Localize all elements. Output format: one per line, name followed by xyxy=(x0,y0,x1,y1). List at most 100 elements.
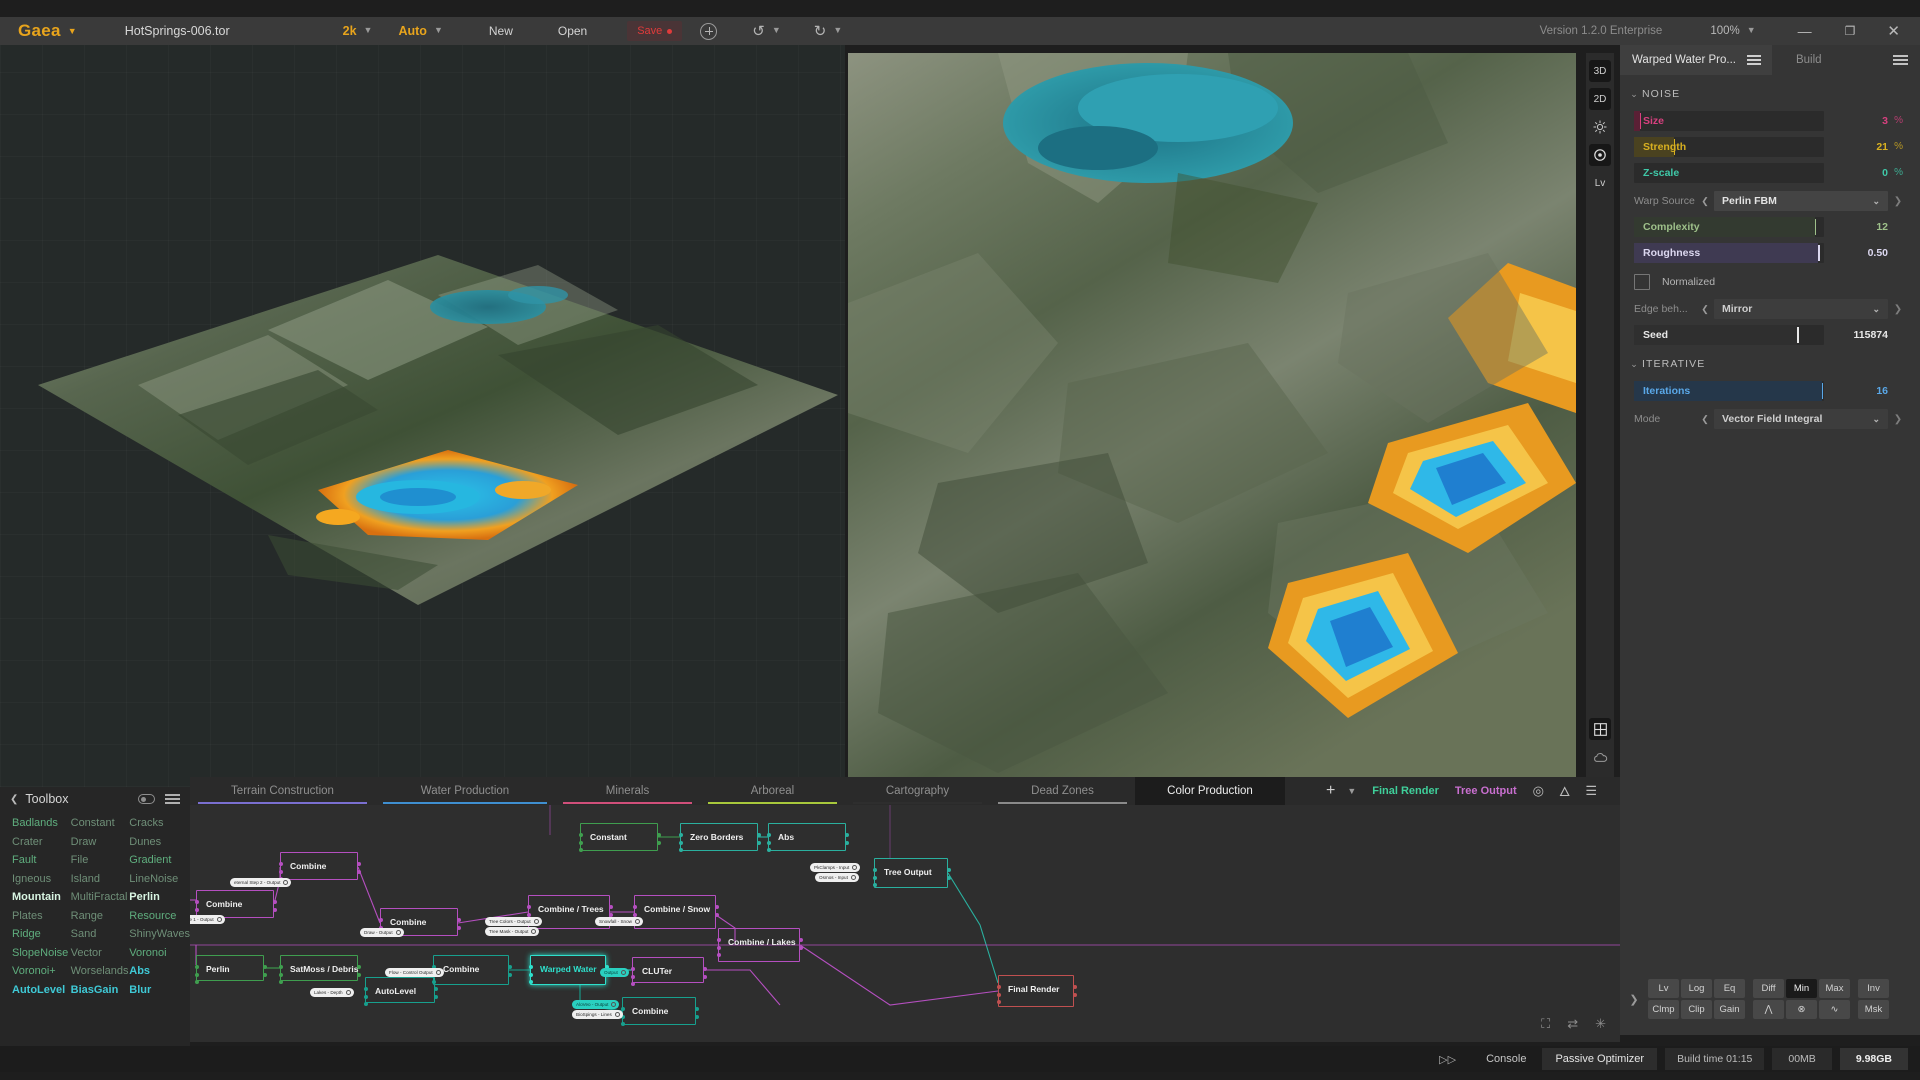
fit-icon[interactable]: ⛶ xyxy=(1541,1016,1550,1032)
graph-node-port[interactable] xyxy=(717,953,721,957)
graph-node-port[interactable] xyxy=(695,1015,699,1019)
property-slider[interactable]: Iterations xyxy=(1634,381,1824,401)
modifier-button--[interactable]: ⋀ xyxy=(1753,1000,1784,1019)
graph-node-port[interactable] xyxy=(767,841,771,845)
property-value[interactable]: 16 xyxy=(1876,385,1888,397)
modifier-button-clmp[interactable]: Clmp xyxy=(1648,1000,1679,1019)
toolbox-item-gradient[interactable]: Gradient xyxy=(129,854,190,867)
toolbox-item-fault[interactable]: Fault xyxy=(12,854,71,867)
redo-caret-icon[interactable]: ▼ xyxy=(833,25,842,35)
property-value[interactable]: 0.50 xyxy=(1868,247,1888,259)
graph-node-port[interactable] xyxy=(434,995,438,999)
property-slider[interactable]: Z-scale xyxy=(1634,163,1824,183)
graph-node-port[interactable] xyxy=(457,926,461,930)
quality-selector[interactable]: Auto xyxy=(398,24,426,38)
graph-port-pill[interactable]: Osmos - Input xyxy=(815,873,859,882)
graph-node-port[interactable] xyxy=(947,868,951,872)
build-tab[interactable]: Build xyxy=(1796,54,1822,66)
graph-node-port[interactable] xyxy=(529,965,533,969)
graph-port-pill[interactable]: Draw - Output xyxy=(360,928,404,937)
tab-overflow-caret-icon[interactable]: ▼ xyxy=(1347,786,1356,796)
graph-node[interactable]: CLUTer xyxy=(631,957,707,986)
property-slider[interactable]: Strength xyxy=(1634,137,1824,157)
property-slider-handle[interactable] xyxy=(1639,113,1642,129)
graph-port-pill[interactable]: Snowfall - Snow xyxy=(595,917,643,926)
node-properties-tab[interactable]: Warped Water Pro... xyxy=(1620,45,1772,75)
graph-node-port[interactable] xyxy=(757,833,761,837)
toolbox-item-voronoi-[interactable]: Voronoi+ xyxy=(12,965,71,978)
graph-node-port[interactable] xyxy=(703,967,707,971)
toolbox-item-blur[interactable]: Blur xyxy=(129,984,190,997)
toolbox-item-linenoise[interactable]: LineNoise xyxy=(129,873,190,886)
refresh-icon[interactable]: ⇄ xyxy=(1567,1016,1578,1032)
toolbox-item-cracks[interactable]: Cracks xyxy=(129,817,190,830)
dropdown-next-icon[interactable]: ❯ xyxy=(1888,414,1908,425)
toolbox-item-igneous[interactable]: Igneous xyxy=(12,873,71,886)
property-slider[interactable]: Complexity xyxy=(1634,217,1824,237)
property-value[interactable]: 12 xyxy=(1876,221,1888,233)
modifier-button-max[interactable]: Max xyxy=(1819,979,1850,998)
chevron-down-icon[interactable]: ⌄ xyxy=(1626,359,1642,370)
toolbox-item-constant[interactable]: Constant xyxy=(71,817,130,830)
modifier-button-log[interactable]: Log xyxy=(1681,979,1712,998)
property-slider-handle[interactable] xyxy=(1814,219,1816,235)
graph-port-pill[interactable]: Flow - Control Output xyxy=(385,968,444,977)
sun-icon[interactable] xyxy=(1589,116,1611,138)
graph-node[interactable]: SatMoss / Debris xyxy=(279,955,361,984)
graph-node[interactable]: Combine / Snow xyxy=(633,895,719,929)
view-2d-button[interactable]: 2D xyxy=(1589,88,1611,110)
graph-node-port[interactable] xyxy=(1073,993,1077,997)
graph-node-port[interactable] xyxy=(279,870,283,874)
toolbox-item-autolevel[interactable]: AutoLevel xyxy=(12,984,71,997)
graph-node-port[interactable] xyxy=(631,975,635,979)
graph-port-pill[interactable]: eternal one 1 - Output xyxy=(190,915,225,924)
graph-node-port[interactable] xyxy=(357,973,361,977)
toolbox-menu-icon[interactable] xyxy=(165,792,180,807)
graph-menu-icon[interactable]: ☰ xyxy=(1585,783,1597,799)
toolbox-item-perlin[interactable]: Perlin xyxy=(129,891,190,904)
graph-node-port[interactable] xyxy=(1073,985,1077,989)
close-button[interactable]: ✕ xyxy=(1887,22,1900,40)
toolbox-item-voronoi[interactable]: Voronoi xyxy=(129,947,190,960)
app-menu-caret-icon[interactable]: ▼ xyxy=(68,26,77,36)
graph-tab-arboreal[interactable]: Arboreal xyxy=(700,777,845,805)
graph-tab-dead-zones[interactable]: Dead Zones xyxy=(990,777,1135,805)
graph-node-port[interactable] xyxy=(997,993,1001,997)
graph-port-pill[interactable]: BioSpings - Lines xyxy=(572,1010,623,1019)
graph-node-port[interactable] xyxy=(195,900,199,904)
toolbox-item-vector[interactable]: Vector xyxy=(71,947,130,960)
graph-node-port[interactable] xyxy=(195,965,199,969)
graph-node-port[interactable] xyxy=(279,862,283,866)
toolbox-item-range[interactable]: Range xyxy=(71,910,130,923)
node-menu-icon[interactable] xyxy=(1746,53,1761,67)
toolbox-item-slopenoise[interactable]: SlopeNoise xyxy=(12,947,71,960)
undo-caret-icon[interactable]: ▼ xyxy=(772,25,781,35)
toolbox-item-shinywaves[interactable]: ShinyWaves xyxy=(129,928,190,941)
graph-node[interactable]: Zero Borders xyxy=(679,823,761,852)
graph-port-pill[interactable]: AloVeo - Output xyxy=(572,1000,620,1009)
property-value[interactable]: 115874 xyxy=(1854,329,1888,341)
open-button[interactable]: Open xyxy=(558,24,587,38)
resolution-selector[interactable]: 2k xyxy=(343,24,357,38)
graph-node[interactable]: Final Render xyxy=(997,975,1077,1007)
contrast-icon[interactable] xyxy=(1589,144,1611,166)
graph-node-port[interactable] xyxy=(195,908,199,912)
graph-port-pill[interactable]: eternal Step 2 - Output xyxy=(230,878,292,887)
property-slider-handle[interactable] xyxy=(1822,383,1824,399)
tree-output-button[interactable]: Tree Output xyxy=(1455,785,1517,797)
graph-tab-color-production[interactable]: Color Production xyxy=(1135,777,1285,805)
graph-node-port[interactable] xyxy=(529,973,533,977)
cloud-icon[interactable] xyxy=(1589,746,1611,768)
property-slider-handle[interactable] xyxy=(1797,327,1799,343)
toolbox-item-abs[interactable]: Abs xyxy=(129,965,190,978)
graph-node[interactable]: Perlin xyxy=(195,955,267,984)
graph-node[interactable]: Constant xyxy=(579,823,661,852)
graph-tab-cartography[interactable]: Cartography xyxy=(845,777,990,805)
graph-node-port[interactable] xyxy=(379,918,383,922)
graph-node-port[interactable] xyxy=(715,905,719,909)
graph-node[interactable]: Combine xyxy=(195,890,277,919)
levels-button[interactable]: Lv xyxy=(1589,172,1611,194)
graph-node-port[interactable] xyxy=(195,980,199,984)
graph-node-port[interactable] xyxy=(695,1007,699,1011)
viewport-3d[interactable] xyxy=(0,45,845,787)
